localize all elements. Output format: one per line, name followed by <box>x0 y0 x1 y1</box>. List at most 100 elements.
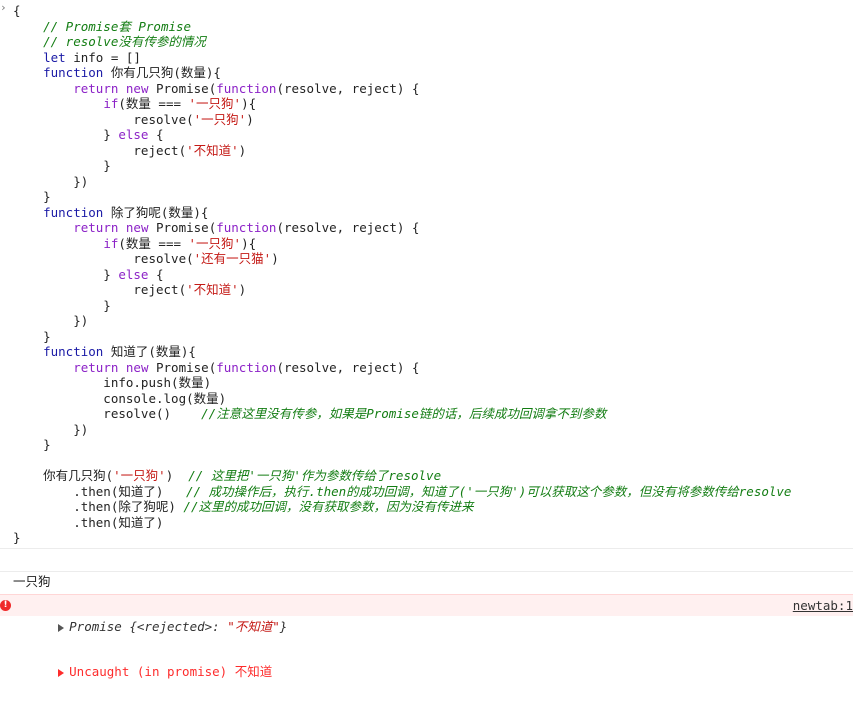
code-line: return new Promise(function(resolve, rej… <box>13 81 419 97</box>
code-line: if(数量 === '一只狗'){ <box>13 96 256 112</box>
source-link[interactable]: newtab:1 <box>793 595 853 617</box>
code-token: { <box>148 266 164 282</box>
code-line: // resolve没有传参的情况 <box>13 34 206 50</box>
code-line: return new Promise(function(resolve, rej… <box>13 220 419 236</box>
code-token: resolve( <box>13 111 194 127</box>
code-line: } <box>13 530 21 546</box>
code-token: function <box>216 359 277 375</box>
code-line: reject('不知道') <box>13 282 246 298</box>
code-token: if <box>103 96 119 111</box>
code-token: '一只狗' <box>193 111 247 127</box>
code-line: function 除了狗呢(数量){ <box>13 205 208 221</box>
code-line: .then(知道了) // 成功操作后，执行.then的成功回调，知道了('一只… <box>13 484 791 500</box>
code-token: .then(除了狗呢) <box>13 499 184 514</box>
promise-prefix: Promise {<rejected>: <box>69 619 228 634</box>
code-input-block[interactable]: › { // Promise套 Promise // resolve没有传参的情… <box>0 0 853 547</box>
code-token: resolve( <box>13 251 194 266</box>
code-token: (数量 === <box>118 96 189 111</box>
code-token: } <box>13 158 111 173</box>
code-token: else <box>118 127 149 142</box>
code-line: if(数量 === '一只狗'){ <box>13 236 256 252</box>
code-token: } <box>13 266 119 282</box>
code-line: function 知道了(数量){ <box>13 344 196 360</box>
console-log-row: 一只狗 <box>0 548 853 589</box>
code-line: } else { <box>13 127 163 143</box>
code-token: } <box>13 437 51 452</box>
code-token: //这里的成功回调，没有获取参数，因为没有传进来 <box>183 499 474 514</box>
code-token: '一只狗' <box>188 96 242 111</box>
code-line: } <box>13 329 51 345</box>
code-line: }) <box>13 313 88 329</box>
code-token: if <box>103 235 119 251</box>
code-line: resolve('还有一只猫') <box>13 251 279 267</box>
error-icon: ! <box>0 600 11 611</box>
code-token: ) <box>271 251 279 266</box>
code-line: { <box>13 3 21 19</box>
code-line: .then(除了狗呢) //这里的成功回调，没有获取参数，因为没有传进来 <box>13 499 473 515</box>
code-token: (resolve, reject) { <box>276 220 420 235</box>
code-line: reject('不知道') <box>13 143 246 159</box>
code-line: return new Promise(function(resolve, rej… <box>13 360 419 376</box>
code-token: Promise( <box>148 359 217 375</box>
code-token: ) <box>165 468 189 483</box>
promise-value: "不知道" <box>227 619 280 634</box>
code-token: (resolve, reject) { <box>276 80 420 96</box>
code-line: 你有几只狗('一只狗') // 这里把'一只狗'作为参数传给了resolve <box>13 468 441 484</box>
code-token: reject( <box>13 142 187 158</box>
code-line: } <box>13 158 111 174</box>
code-line: }) <box>13 174 88 190</box>
code-token: }) <box>13 421 89 437</box>
code-token: .then(知道了) <box>13 514 164 530</box>
code-token: 除了狗呢(数量){ <box>103 204 209 220</box>
code-line: } <box>13 189 51 205</box>
code-token: '还有一只猫' <box>193 251 272 266</box>
code-token: info = [] <box>65 49 141 65</box>
code-token: return new <box>73 220 149 235</box>
code-token: '不知道' <box>186 282 239 297</box>
code-token: ) <box>246 111 254 127</box>
expand-triangle-icon[interactable] <box>58 623 65 632</box>
code-token: resolve() <box>13 406 202 421</box>
input-caret-icon: › <box>0 1 7 14</box>
code-token: (数量 === <box>118 235 189 251</box>
code-token: console.log(数量) <box>13 390 227 406</box>
code-token: } <box>13 127 119 142</box>
code-line: } <box>13 437 51 453</box>
code-token: function <box>216 220 277 235</box>
code-token: '一只狗' <box>188 235 242 251</box>
code-line: function 你有几只狗(数量){ <box>13 65 221 81</box>
code-token: // 成功操作后，执行.then的成功回调，知道了('一只狗')可以获取这个参数… <box>185 483 792 499</box>
code-token: Promise( <box>148 220 217 235</box>
error-row[interactable]: ! Uncaught (in promise) 不知道 newtab:1 <box>0 594 853 679</box>
code-token: function <box>216 80 277 96</box>
expand-triangle-icon[interactable] <box>58 668 65 677</box>
code-token: else <box>118 266 149 282</box>
promise-result-row[interactable]: Promise {<rejected>: "不知道"} <box>0 571 853 634</box>
code-token: function <box>43 204 104 220</box>
devtools-console: › { // Promise套 Promise // resolve没有传参的情… <box>0 0 853 679</box>
code-token: return new <box>73 80 149 96</box>
code-line: console.log(数量) <box>13 391 226 407</box>
code-line: // Promise套 Promise <box>13 19 191 35</box>
code-line: .then(知道了) <box>13 515 163 531</box>
code-token: }) <box>13 173 89 189</box>
code-line: let info = [] <box>13 50 141 66</box>
code-token: 知道了(数量){ <box>103 344 196 359</box>
code-token: '不知道' <box>186 142 239 158</box>
code-token: { <box>13 3 21 18</box>
code-token: // resolve没有传参的情况 <box>13 34 206 49</box>
code-token: 你有几只狗(数量){ <box>103 65 221 80</box>
code-token: reject( <box>13 282 187 297</box>
code-line: } <box>13 298 111 314</box>
code-line: info.push(数量) <box>13 375 211 391</box>
code-token: // Promise套 Promise <box>13 18 192 34</box>
code-token: return new <box>73 359 149 375</box>
